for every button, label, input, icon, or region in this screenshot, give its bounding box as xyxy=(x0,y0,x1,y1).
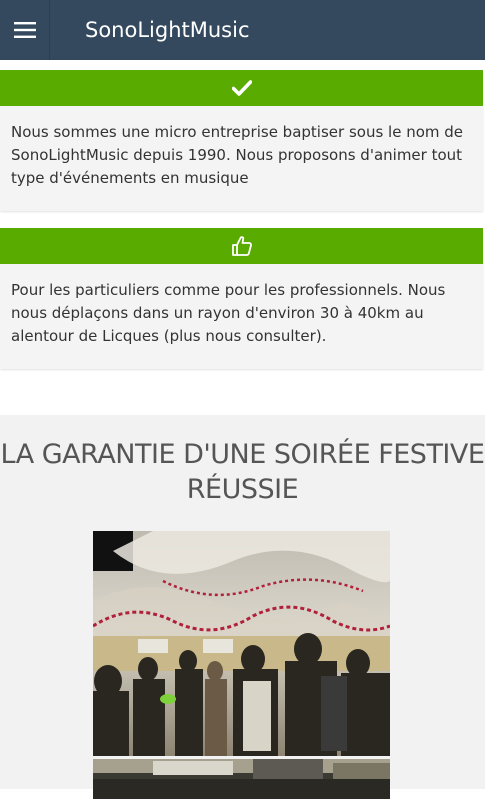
info-card-about: Nous sommes une micro entreprise baptise… xyxy=(0,70,483,211)
section-title: LA GARANTIE D'UNE SOIRÉE FESTIVE RÉUSSIE xyxy=(0,439,485,505)
hamburger-icon xyxy=(13,22,36,38)
top-navbar: SonoLightMusic xyxy=(0,0,485,60)
card-header xyxy=(0,228,483,264)
thumbs-up-icon xyxy=(231,236,252,256)
party-photo xyxy=(93,759,390,799)
site-title[interactable]: SonoLightMusic xyxy=(85,18,250,42)
card-text: Pour les particuliers comme pour les pro… xyxy=(11,281,446,345)
info-card-service-area: Pour les particuliers comme pour les pro… xyxy=(0,228,483,369)
menu-button[interactable] xyxy=(0,0,50,60)
card-text: Nous sommes une micro entreprise baptise… xyxy=(11,123,464,187)
party-photo xyxy=(93,531,390,756)
guarantee-section: LA GARANTIE D'UNE SOIRÉE FESTIVE RÉUSSIE xyxy=(0,415,485,799)
card-header xyxy=(0,70,483,106)
checkmark-icon xyxy=(231,80,252,96)
